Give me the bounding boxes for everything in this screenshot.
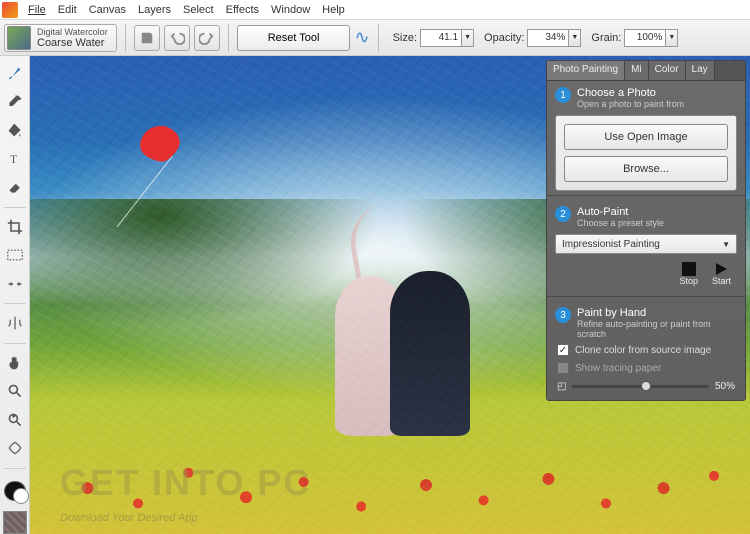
watermark-text: GET INTO PC xyxy=(60,462,311,504)
opacity-dropdown[interactable]: ▼ xyxy=(569,29,581,47)
tab-layers[interactable]: Lay xyxy=(686,61,715,80)
color-swatch[interactable] xyxy=(4,481,26,502)
checkbox-checked-icon: ✓ xyxy=(557,344,569,356)
panel-tabs: Photo Painting Mi Color Lay xyxy=(547,61,745,81)
photo-painting-panel: Photo Painting Mi Color Lay 1 Choose a P… xyxy=(546,60,746,401)
opacity-control: Opacity: 34% ▼ xyxy=(484,29,581,47)
menu-layers[interactable]: Layers xyxy=(132,2,177,18)
menu-canvas[interactable]: Canvas xyxy=(83,2,132,18)
zoom-tool[interactable] xyxy=(3,380,27,403)
grain-control: Grain: 100% ▼ xyxy=(591,29,678,47)
brush-tool[interactable] xyxy=(3,62,27,85)
undo-button[interactable] xyxy=(164,25,190,51)
hand-tool[interactable] xyxy=(3,352,27,375)
symmetry-tool[interactable] xyxy=(3,312,27,335)
brush-name: Coarse Water xyxy=(37,37,108,49)
eraser-tool[interactable] xyxy=(3,176,27,199)
checkbox-unchecked-icon xyxy=(557,362,569,374)
svg-text:T: T xyxy=(10,154,17,166)
size-control: Size: 41.1 ▼ xyxy=(393,29,474,47)
step2-title: Auto-Paint xyxy=(577,206,664,218)
step3-subtitle: Refine auto-painting or paint from scrat… xyxy=(577,319,737,339)
menu-effects[interactable]: Effects xyxy=(220,2,265,18)
browse-button[interactable]: Browse... xyxy=(564,156,728,182)
size-input[interactable]: 41.1 xyxy=(420,29,462,47)
tracing-opacity-slider[interactable] xyxy=(572,385,709,388)
step3-number-icon: 3 xyxy=(555,307,571,323)
step1-number-icon: 1 xyxy=(555,87,571,103)
step1-title: Choose a Photo xyxy=(577,87,684,99)
brush-category: Digital Watercolor xyxy=(37,27,108,37)
size-dropdown[interactable]: ▼ xyxy=(462,29,474,47)
rotate-tool[interactable] xyxy=(3,409,27,432)
opacity-label: Opacity: xyxy=(484,32,524,44)
canvas[interactable]: GET INTO PC Download Your Desired App Ph… xyxy=(30,56,750,534)
menu-edit[interactable]: Edit xyxy=(52,2,83,18)
reset-tool-button[interactable]: Reset Tool xyxy=(237,25,351,51)
grain-input[interactable]: 100% xyxy=(624,29,666,47)
preset-style-value: Impressionist Painting xyxy=(562,239,660,250)
step1-subtitle: Open a photo to paint from xyxy=(577,99,684,109)
save-button[interactable] xyxy=(134,25,160,51)
watermark-subtext: Download Your Desired App xyxy=(60,512,198,524)
menubar: File Edit Canvas Layers Select Effects W… xyxy=(0,0,750,20)
use-open-image-button[interactable]: Use Open Image xyxy=(564,124,728,150)
step2-number-icon: 2 xyxy=(555,206,571,222)
property-bar: Digital Watercolor Coarse Water Reset To… xyxy=(0,20,750,56)
step2-subtitle: Choose a preset style xyxy=(577,218,664,228)
tracing-paper-checkbox[interactable]: Show tracing paper xyxy=(547,359,745,377)
menu-select[interactable]: Select xyxy=(177,2,220,18)
menu-file[interactable]: File xyxy=(22,2,52,18)
menu-window[interactable]: Window xyxy=(265,2,316,18)
toolbox: T xyxy=(0,56,30,534)
start-button[interactable]: Start xyxy=(712,262,731,286)
grain-label: Grain: xyxy=(591,32,621,44)
tab-photo-painting[interactable]: Photo Painting xyxy=(547,61,625,80)
tracing-opacity-value: 50% xyxy=(715,381,735,392)
dropper-tool[interactable] xyxy=(3,91,27,114)
brush-selector[interactable]: Digital Watercolor Coarse Water xyxy=(4,24,117,52)
opacity-input[interactable]: 34% xyxy=(527,29,569,47)
paper-swatch[interactable] xyxy=(3,511,27,534)
fill-tool[interactable] xyxy=(3,119,27,142)
stop-button[interactable]: Stop xyxy=(679,262,698,286)
tracing-icon: ◰ xyxy=(557,381,566,392)
redo-button[interactable] xyxy=(194,25,220,51)
transform-tool[interactable] xyxy=(3,273,27,296)
step3-title: Paint by Hand xyxy=(577,307,737,319)
brush-preview-icon xyxy=(7,26,31,50)
size-label: Size: xyxy=(393,32,417,44)
stroke-preview-icon: ∿ xyxy=(354,27,369,48)
tab-mixer[interactable]: Mi xyxy=(625,61,649,80)
tab-color[interactable]: Color xyxy=(649,61,686,80)
clone-color-checkbox[interactable]: ✓ Clone color from source image xyxy=(547,341,745,359)
selection-tool[interactable] xyxy=(3,244,27,267)
navigator-tool[interactable] xyxy=(3,437,27,460)
app-logo-icon xyxy=(2,2,18,18)
menu-help[interactable]: Help xyxy=(316,2,351,18)
crop-tool[interactable] xyxy=(3,216,27,239)
preset-style-select[interactable]: Impressionist Painting ▼ xyxy=(555,234,737,254)
grain-dropdown[interactable]: ▼ xyxy=(666,29,678,47)
chevron-down-icon: ▼ xyxy=(722,240,730,249)
text-tool[interactable]: T xyxy=(3,148,27,171)
